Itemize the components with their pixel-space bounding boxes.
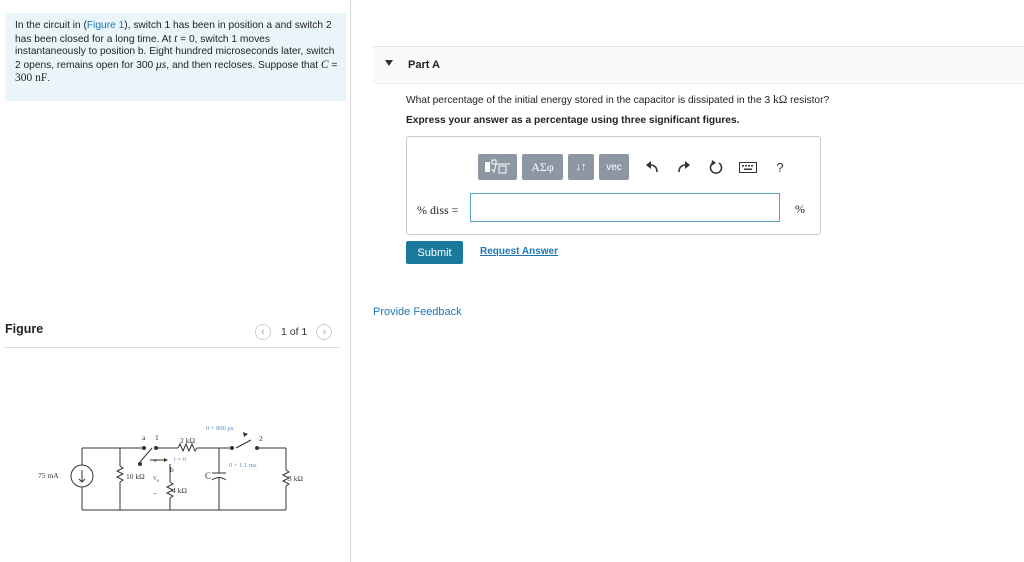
left-column: In the circuit in (Figure 1), switch 1 h… (0, 0, 351, 562)
help-icon[interactable]: ? (768, 155, 792, 179)
answer-box: ΑΣφ ↓↑ vec ? % diss = % (406, 136, 821, 235)
collapse-triangle-icon[interactable] (385, 60, 393, 66)
kohm-unit: kΩ (772, 94, 788, 106)
switch-2-label: 2 (259, 434, 263, 443)
voltage-label: vo (153, 473, 160, 484)
reset-icon[interactable] (704, 155, 728, 179)
answer-label: % diss = (417, 203, 459, 217)
plus-sign: + (153, 456, 157, 465)
answer-unit: % (795, 202, 805, 216)
problem-text-5: = (328, 59, 338, 71)
microsecond-unit: μs (156, 58, 167, 71)
switch-1-label: 1 (155, 433, 159, 442)
undo-icon[interactable] (640, 155, 664, 179)
question-text: What percentage of the initial energy st… (406, 94, 830, 106)
answer-input[interactable] (470, 193, 780, 222)
problem-statement: In the circuit in (Figure 1), switch 1 h… (5, 13, 346, 101)
switch-1-time: t = 0 (174, 456, 186, 463)
vector-icon[interactable]: vec (599, 154, 629, 180)
pager-text: 1 of 1 (281, 326, 308, 338)
minus-sign: − (153, 489, 157, 498)
figure-link[interactable]: Figure 1 (87, 20, 124, 31)
capacitor-label: C (205, 471, 211, 481)
redo-icon[interactable] (672, 155, 696, 179)
chevron-left-icon[interactable]: ‹ (255, 324, 271, 340)
problem-text-6: . (47, 73, 51, 85)
templates-icon[interactable] (478, 154, 517, 180)
request-answer-link[interactable]: Request Answer (480, 246, 558, 257)
capacitance-value: 300 nF (15, 72, 48, 85)
r4-label: 3 kΩ (288, 474, 303, 483)
submit-button[interactable]: Submit (406, 241, 463, 264)
math-toolbar: ΑΣφ ↓↑ vec ? (478, 153, 792, 181)
r1-label: 10 kΩ (126, 472, 145, 481)
capacitance-variable: C (320, 58, 329, 71)
circuit-diagram: 75 mA 10 kΩ vo + − 2 kΩ 4 kΩ C 3 kΩ a 1 … (38, 425, 303, 511)
keyboard-icon[interactable] (736, 155, 760, 179)
r3-label: 4 kΩ (172, 486, 187, 495)
figure-title: Figure (5, 322, 44, 336)
switch-2-open-time: 0 + 800 μs (206, 425, 234, 432)
answer-instruction: Express your answer as a percentage usin… (406, 115, 740, 126)
node-b-label: b (170, 465, 174, 474)
r2-label: 2 kΩ (180, 436, 195, 445)
source-label: 75 mA (38, 471, 59, 480)
provide-feedback-link[interactable]: Provide Feedback (373, 306, 462, 318)
subscript-icon[interactable]: ↓↑ (568, 154, 594, 180)
chevron-right-icon[interactable]: › (316, 324, 333, 340)
part-title: Part A (408, 59, 440, 71)
figure-pager: ‹ 1 of 1 › (255, 323, 333, 341)
greek-icon[interactable]: ΑΣφ (522, 154, 563, 180)
figure-divider (5, 347, 340, 348)
part-a-header[interactable]: Part A (373, 47, 1024, 84)
node-a-label: a (142, 433, 146, 442)
switch-2-close-time: 0 + 1.1 ms (229, 462, 257, 469)
problem-text-1: In the circuit in ( (15, 20, 87, 31)
problem-text-4: , and then recloses. Suppose that (166, 59, 321, 71)
